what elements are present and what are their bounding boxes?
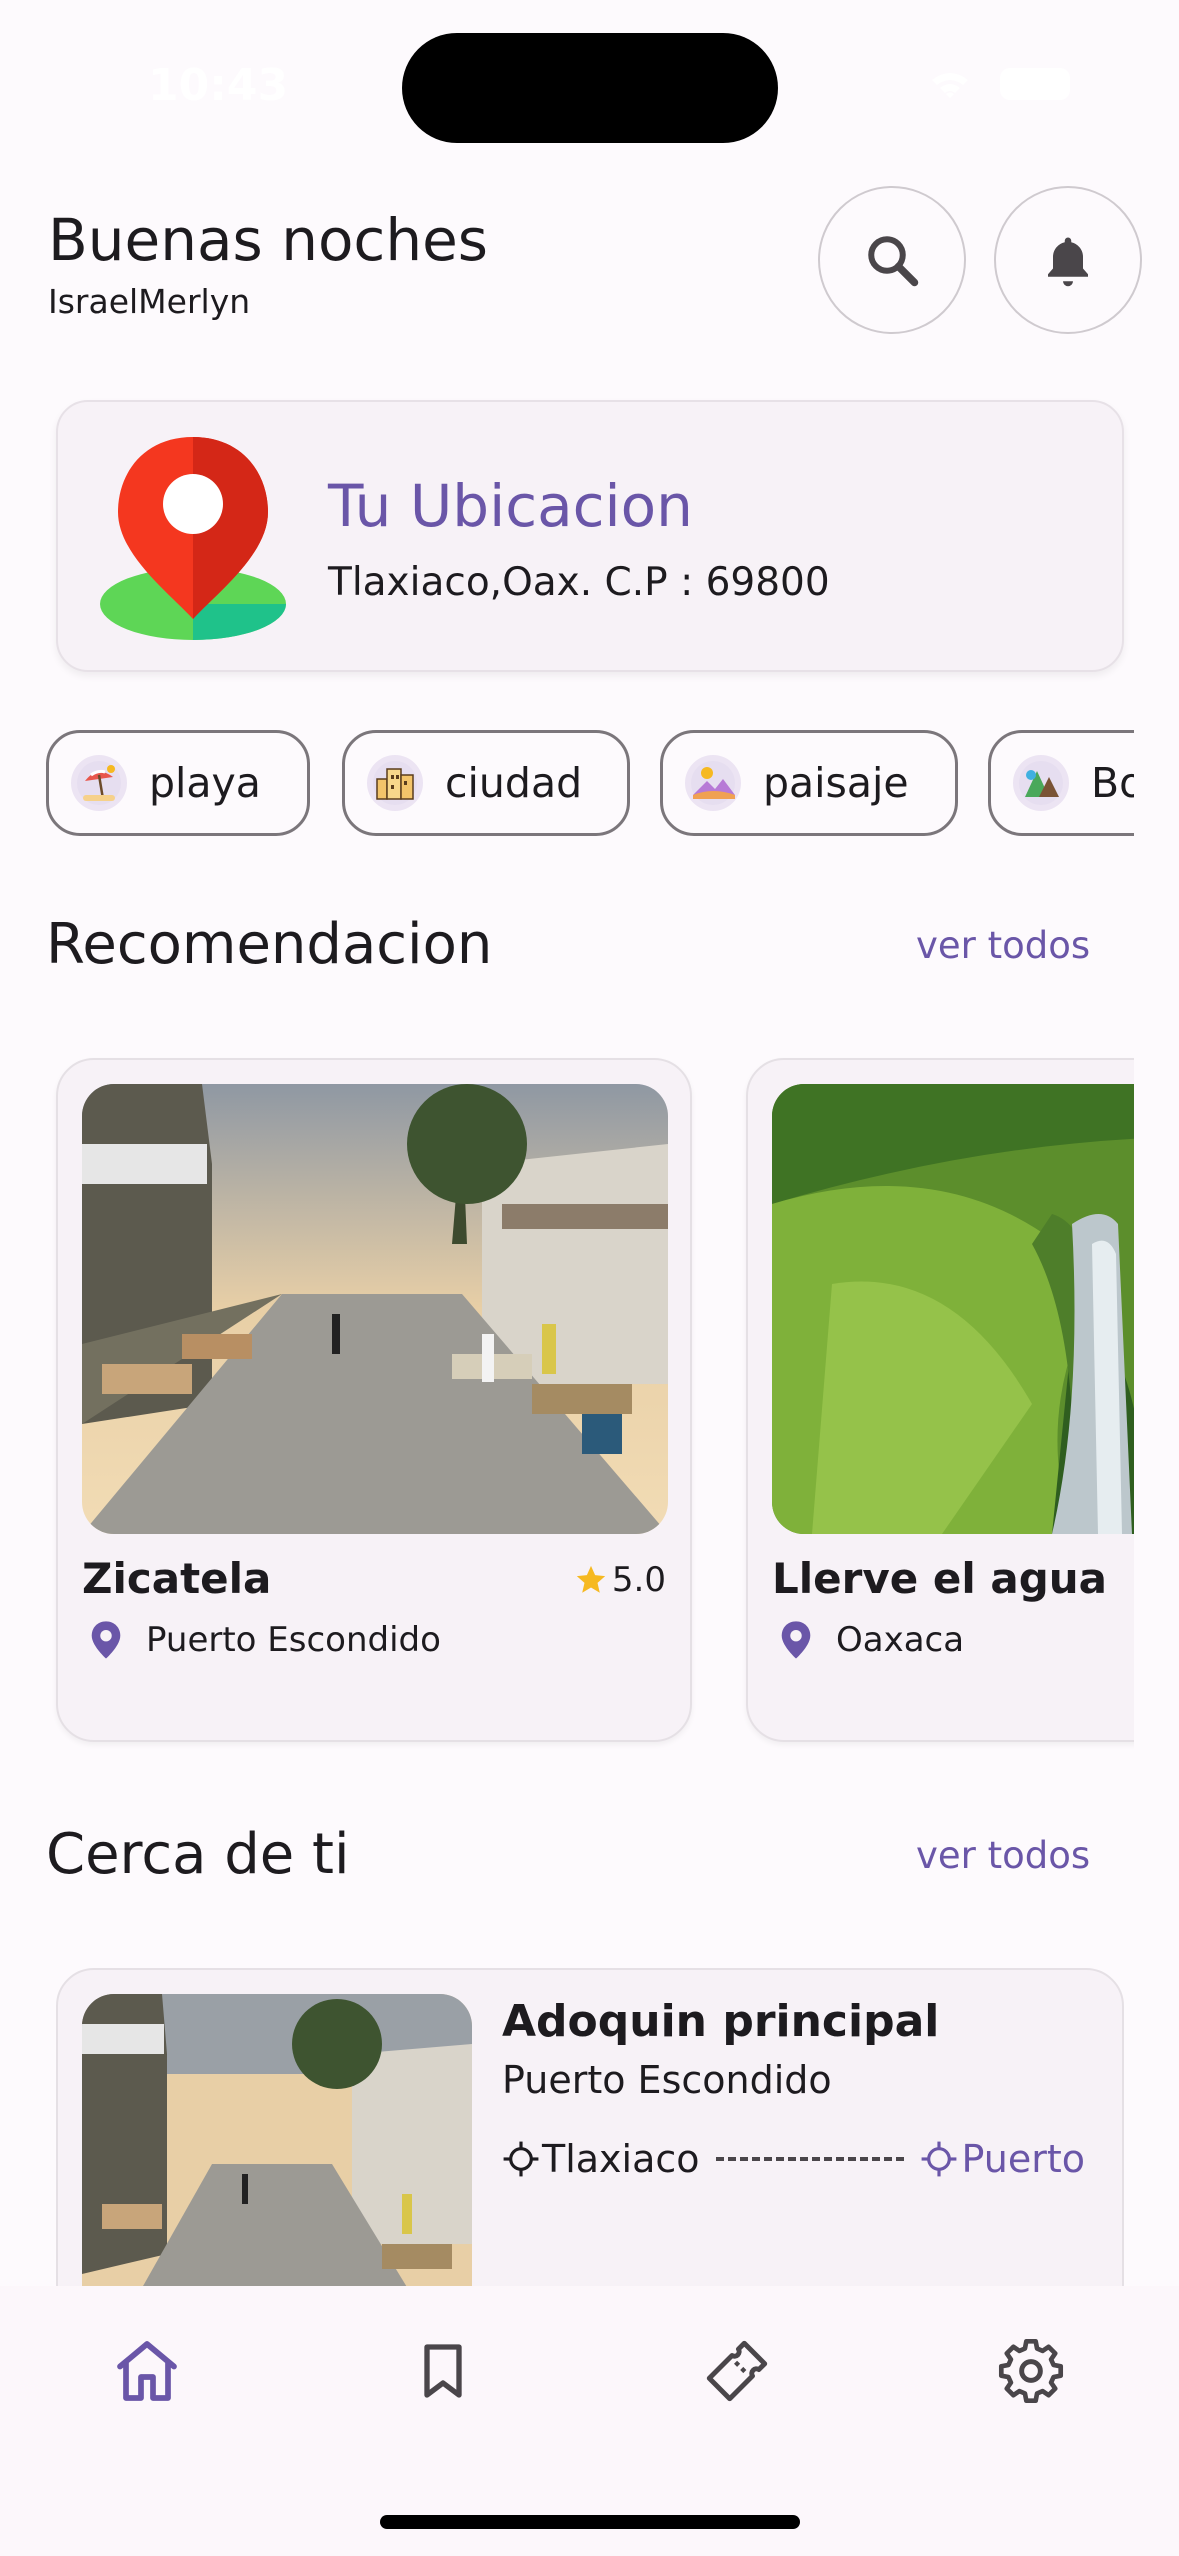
route-row: Tlaxiaco Puerto bbox=[502, 2134, 1102, 2184]
chip-label: playa bbox=[149, 759, 261, 807]
rating-value: 5.0 bbox=[611, 1560, 666, 1600]
route-destination: Puerto bbox=[961, 2137, 1086, 2181]
crosshair-icon bbox=[503, 2141, 539, 2177]
recommendation-see-all-link[interactable]: ver todos bbox=[916, 924, 1090, 967]
chip-paisaje[interactable]: paisaje bbox=[660, 730, 958, 836]
place-photo bbox=[772, 1084, 1134, 1534]
place-city: Puerto Escondido bbox=[502, 2058, 832, 2102]
forest-icon bbox=[1013, 755, 1069, 811]
nav-settings[interactable] bbox=[986, 2326, 1076, 2416]
place-location: Oaxaca bbox=[772, 1620, 964, 1660]
landscape-icon bbox=[685, 755, 741, 811]
place-location-label: Oaxaca bbox=[836, 1620, 965, 1660]
place-name: Llerve el agua bbox=[772, 1554, 1107, 1603]
home-icon bbox=[117, 2341, 177, 2401]
chip-ciudad[interactable]: ciudad bbox=[342, 730, 630, 836]
route-divider bbox=[715, 2157, 904, 2161]
location-pin-icon bbox=[781, 1621, 811, 1659]
nav-saved[interactable] bbox=[398, 2326, 488, 2416]
crosshair-icon bbox=[921, 2141, 956, 2177]
home-indicator bbox=[380, 2515, 800, 2529]
beach-icon bbox=[71, 755, 127, 811]
chip-label: Bosque bbox=[1091, 759, 1134, 807]
location-pin-icon bbox=[91, 1621, 121, 1659]
nearby-see-all-link[interactable]: ver todos bbox=[916, 1834, 1090, 1877]
nav-tickets[interactable] bbox=[692, 2326, 782, 2416]
star-icon bbox=[576, 1565, 606, 1593]
recommendation-card[interactable]: Zicatela 5.0 Puerto Escondido bbox=[56, 1058, 692, 1742]
nav-home[interactable] bbox=[102, 2326, 192, 2416]
bookmark-icon bbox=[424, 2344, 462, 2398]
recommendation-card[interactable]: Llerve el agua Oaxaca bbox=[746, 1058, 1134, 1742]
chip-playa[interactable]: playa bbox=[46, 730, 310, 836]
place-location: Puerto Escondido bbox=[82, 1620, 441, 1660]
ticket-icon bbox=[706, 2340, 768, 2402]
place-name: Zicatela bbox=[82, 1554, 272, 1603]
nearby-title: Cerca de ti bbox=[46, 1822, 350, 1887]
route-origin: Tlaxiaco bbox=[542, 2137, 700, 2181]
chip-label: ciudad bbox=[445, 759, 583, 807]
place-rating: 5.0 bbox=[574, 1560, 666, 1600]
gear-icon bbox=[998, 2338, 1064, 2404]
city-icon bbox=[367, 755, 423, 811]
recommendation-title: Recomendacion bbox=[46, 912, 493, 977]
place-location-label: Puerto Escondido bbox=[146, 1620, 441, 1660]
chip-label: paisaje bbox=[763, 759, 909, 807]
place-photo bbox=[82, 1084, 668, 1534]
place-name: Adoquin principal bbox=[502, 1996, 940, 2047]
chip-bosque[interactable]: Bosque bbox=[988, 730, 1134, 836]
